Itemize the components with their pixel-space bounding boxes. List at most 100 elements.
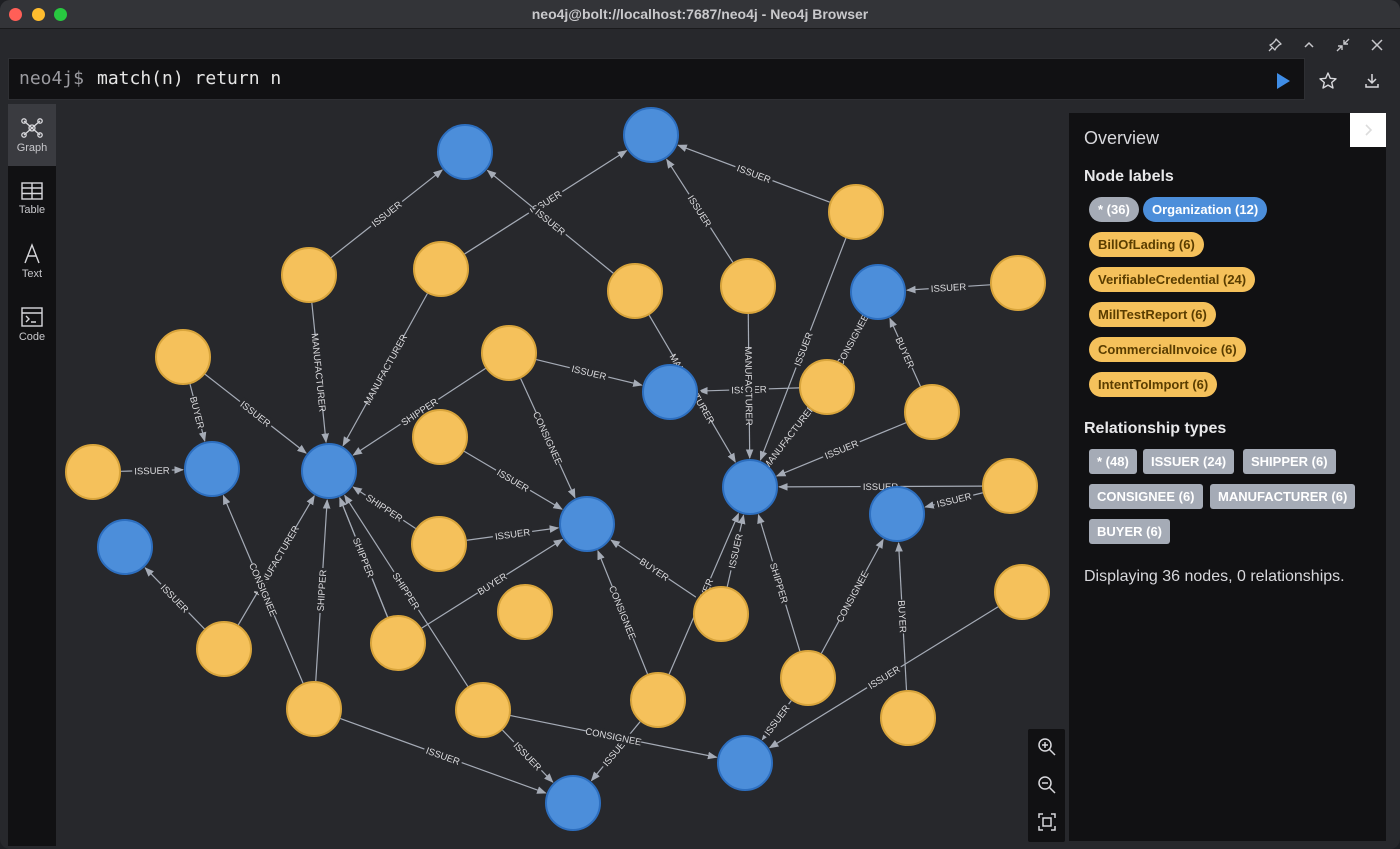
credential-node[interactable] xyxy=(65,444,121,500)
relationship-edge[interactable]: MANUFACTURER xyxy=(342,293,428,447)
organization-node[interactable] xyxy=(437,124,493,180)
credential-node[interactable] xyxy=(693,586,749,642)
relationship-edge[interactable]: SHIPPER xyxy=(757,513,801,652)
zoom-out-icon[interactable] xyxy=(1034,772,1060,798)
node-label-pill[interactable]: BillOfLading (6) xyxy=(1089,232,1204,257)
organization-node[interactable] xyxy=(850,264,906,320)
relationship-type-tag[interactable]: MANUFACTURER (6) xyxy=(1210,484,1356,509)
relationship-edge[interactable]: MANUFACTURER xyxy=(742,313,756,459)
relationship-edge[interactable]: ISSUER xyxy=(924,489,983,511)
organization-node[interactable] xyxy=(642,364,698,420)
table-view-button[interactable]: Table xyxy=(8,167,56,229)
relationship-edge[interactable]: BUYER xyxy=(889,317,922,387)
organization-node[interactable] xyxy=(869,486,925,542)
download-button[interactable] xyxy=(1361,70,1383,92)
relationship-edge[interactable]: ISSUER xyxy=(486,169,614,274)
credential-node[interactable] xyxy=(799,359,855,415)
relationship-edge[interactable]: ISSUER xyxy=(677,144,830,203)
graph-visualization[interactable]: ISSUER ISSUERISSUER ISSUERISSUERISSUERISSU… xyxy=(56,104,1069,846)
node-label-pill[interactable]: VerifiableCredential (24) xyxy=(1089,267,1256,292)
relationship-edge[interactable]: ISSUER xyxy=(466,525,560,543)
relationship-edge[interactable]: CONSIGNEE xyxy=(520,378,576,499)
relationship-edge[interactable]: CONSIGNEE xyxy=(833,312,872,368)
credential-node[interactable] xyxy=(413,241,469,297)
collapse-icon[interactable] xyxy=(1326,35,1360,55)
close-icon[interactable] xyxy=(1360,35,1394,55)
pin-icon[interactable] xyxy=(1258,35,1292,55)
query-input[interactable]: match(n) return n xyxy=(97,68,281,89)
relationship-edge[interactable]: ISSUER xyxy=(144,567,205,630)
relationship-edge[interactable]: CONSIGNEE xyxy=(820,538,884,654)
graph-canvas[interactable]: ISSUER ISSUER ISSUER ISSUER ISSUER ISSUER ISSU… xyxy=(56,104,1069,846)
node-label-pill[interactable]: CommercialInvoice (6) xyxy=(1089,337,1246,362)
fit-screen-icon[interactable] xyxy=(1034,809,1060,835)
credential-node[interactable] xyxy=(370,615,426,671)
relationship-type-tag[interactable]: CONSIGNEE (6) xyxy=(1089,484,1203,509)
credential-node[interactable] xyxy=(281,247,337,303)
relationship-edge[interactable]: ISSUER xyxy=(760,700,794,741)
credential-node[interactable] xyxy=(780,650,836,706)
credential-node[interactable] xyxy=(196,621,252,677)
relationship-type-tag[interactable]: SHIPPER (6) xyxy=(1243,449,1336,474)
node-label-pill[interactable]: Organization (12) xyxy=(1143,197,1268,222)
relationship-edge[interactable]: ISSUER xyxy=(330,169,443,259)
organization-node[interactable] xyxy=(97,519,153,575)
organization-node[interactable] xyxy=(722,459,778,515)
relationship-type-tag[interactable]: * (48) xyxy=(1089,449,1137,474)
organization-node[interactable] xyxy=(717,735,773,791)
node-label-pill[interactable]: MillTestReport (6) xyxy=(1089,302,1216,327)
credential-node[interactable] xyxy=(904,384,960,440)
play-icon xyxy=(1277,73,1290,89)
relationship-edge[interactable]: ISSUER xyxy=(536,359,643,387)
credential-node[interactable] xyxy=(982,458,1038,514)
cypher-editor[interactable]: neo4j$ match(n) return n xyxy=(8,58,1305,100)
credential-node[interactable] xyxy=(455,682,511,738)
credential-node[interactable] xyxy=(286,681,342,737)
credential-node[interactable] xyxy=(481,325,537,381)
credential-node[interactable] xyxy=(411,516,467,572)
credential-node[interactable] xyxy=(828,184,884,240)
relationship-edge[interactable]: ISSUER xyxy=(778,480,983,493)
relationship-edge[interactable]: ISSUER xyxy=(204,373,307,454)
relationship-edge[interactable]: BUYER xyxy=(610,539,699,599)
credential-node[interactable] xyxy=(994,564,1050,620)
zoom-in-icon[interactable] xyxy=(1034,734,1060,760)
organization-node[interactable] xyxy=(184,441,240,497)
graph-view-button[interactable]: Graph xyxy=(8,104,56,166)
credential-node[interactable] xyxy=(880,690,936,746)
relationship-edge[interactable]: ISSUER xyxy=(502,729,554,783)
text-view-button[interactable]: Text xyxy=(8,230,56,292)
relationship-edge[interactable]: SHIPPER xyxy=(314,498,331,682)
credential-node[interactable] xyxy=(412,409,468,465)
credential-node[interactable] xyxy=(720,258,776,314)
relationship-edge[interactable]: ISSUER xyxy=(905,280,991,295)
relationship-edge[interactable]: MANUFACTURER xyxy=(308,302,329,444)
favorite-button[interactable] xyxy=(1317,70,1339,92)
relationship-edge[interactable]: BUYER xyxy=(187,383,208,442)
organization-node[interactable] xyxy=(545,775,601,831)
relationship-edge[interactable]: ISSUER xyxy=(725,514,746,587)
relationship-edge[interactable]: SHIPPER xyxy=(339,497,389,618)
collapse-overview-button[interactable] xyxy=(1350,113,1386,147)
relationship-edge[interactable]: ISSUER xyxy=(666,158,734,263)
relationship-type-tag[interactable]: ISSUER (24) xyxy=(1143,449,1235,474)
credential-node[interactable] xyxy=(990,255,1046,311)
credential-node[interactable] xyxy=(497,584,553,640)
relationship-label: ISSUER xyxy=(494,527,531,543)
organization-node[interactable] xyxy=(559,496,615,552)
organization-node[interactable] xyxy=(301,443,357,499)
node-label-pill[interactable]: IntentToImport (6) xyxy=(1089,372,1218,397)
run-query-button[interactable] xyxy=(1272,70,1294,92)
credential-node[interactable] xyxy=(607,263,663,319)
relationship-edge[interactable]: CONSIGNEE xyxy=(597,550,649,675)
node-label-pill[interactable]: * (36) xyxy=(1089,197,1139,222)
chevron-up-icon[interactable] xyxy=(1292,35,1326,55)
relationship-edge[interactable]: ISSUER xyxy=(340,717,547,794)
relationship-edge[interactable]: ISSUER xyxy=(120,464,184,477)
credential-node[interactable] xyxy=(630,672,686,728)
organization-node[interactable] xyxy=(623,107,679,163)
relationship-type-tag[interactable]: BUYER (6) xyxy=(1089,519,1171,544)
relationship-edge[interactable]: ISSUER xyxy=(463,450,563,510)
code-view-button[interactable]: Code xyxy=(8,293,56,355)
credential-node[interactable] xyxy=(155,329,211,385)
